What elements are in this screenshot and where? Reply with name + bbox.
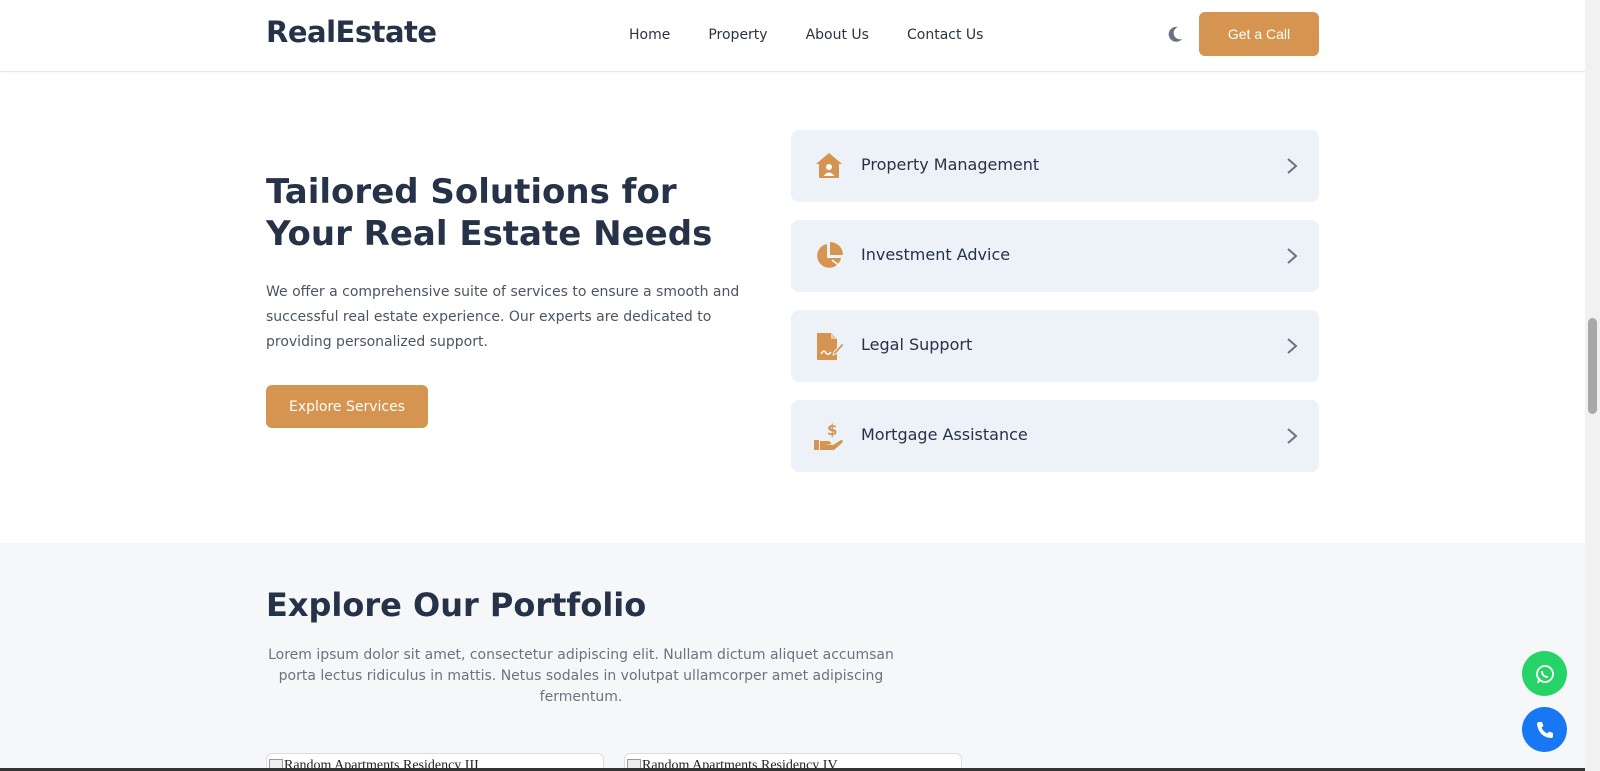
whatsapp-icon bbox=[1535, 664, 1554, 683]
nav-about-us[interactable]: About Us bbox=[806, 27, 869, 43]
chevron-right-icon bbox=[1287, 158, 1298, 174]
file-signature-icon bbox=[817, 333, 845, 360]
chevron-right-icon bbox=[1287, 428, 1298, 444]
moon-icon[interactable] bbox=[1165, 24, 1185, 44]
svg-text:$: $ bbox=[827, 421, 837, 439]
service-label: Investment Advice bbox=[861, 245, 1011, 264]
hero-title: Tailored Solutions for Your Real Estate … bbox=[266, 172, 713, 254]
pie-chart-icon bbox=[817, 242, 843, 268]
site-logo[interactable]: RealEstate bbox=[266, 15, 437, 49]
chevron-right-icon bbox=[1287, 338, 1298, 354]
service-card-legal-support[interactable]: Legal Support bbox=[791, 310, 1319, 382]
phone-icon bbox=[1536, 721, 1553, 738]
page-scrollbar[interactable] bbox=[1585, 0, 1600, 771]
portfolio-description: Lorem ipsum dolor sit amet, consectetur … bbox=[268, 647, 894, 705]
site-header: RealEstate Home Property About Us Contac… bbox=[0, 0, 1585, 72]
portfolio-section: Explore Our Portfolio Lorem ipsum dolor … bbox=[0, 543, 1585, 771]
service-label: Property Management bbox=[861, 155, 1040, 174]
service-card-investment-advice[interactable]: Investment Advice bbox=[791, 220, 1319, 292]
get-a-call-button[interactable]: Get a Call bbox=[1199, 12, 1319, 56]
scrollbar-thumb[interactable] bbox=[1588, 318, 1597, 414]
chevron-right-icon bbox=[1287, 248, 1298, 264]
nav-home[interactable]: Home bbox=[629, 27, 670, 43]
phone-call-button[interactable] bbox=[1522, 707, 1567, 752]
hero-description: We offer a comprehensive suite of servic… bbox=[266, 284, 740, 350]
hand-dollar-icon: $ bbox=[814, 421, 843, 450]
main-nav: Home Property About Us Contact Us bbox=[629, 27, 1021, 43]
nav-property[interactable]: Property bbox=[708, 27, 767, 43]
service-card-property-management[interactable]: Property Management bbox=[791, 130, 1319, 202]
nav-contact-us[interactable]: Contact Us bbox=[907, 27, 983, 43]
house-user-icon bbox=[816, 153, 842, 178]
explore-services-button[interactable]: Explore Services bbox=[266, 385, 428, 428]
whatsapp-button[interactable] bbox=[1522, 651, 1567, 696]
service-label: Legal Support bbox=[861, 335, 973, 354]
page: RealEstate Home Property About Us Contac… bbox=[0, 0, 1585, 771]
service-card-mortgage-assistance[interactable]: $ Mortgage Assistance bbox=[791, 400, 1319, 472]
service-label: Mortgage Assistance bbox=[861, 425, 1028, 444]
portfolio-title: Explore Our Portfolio bbox=[266, 586, 647, 624]
